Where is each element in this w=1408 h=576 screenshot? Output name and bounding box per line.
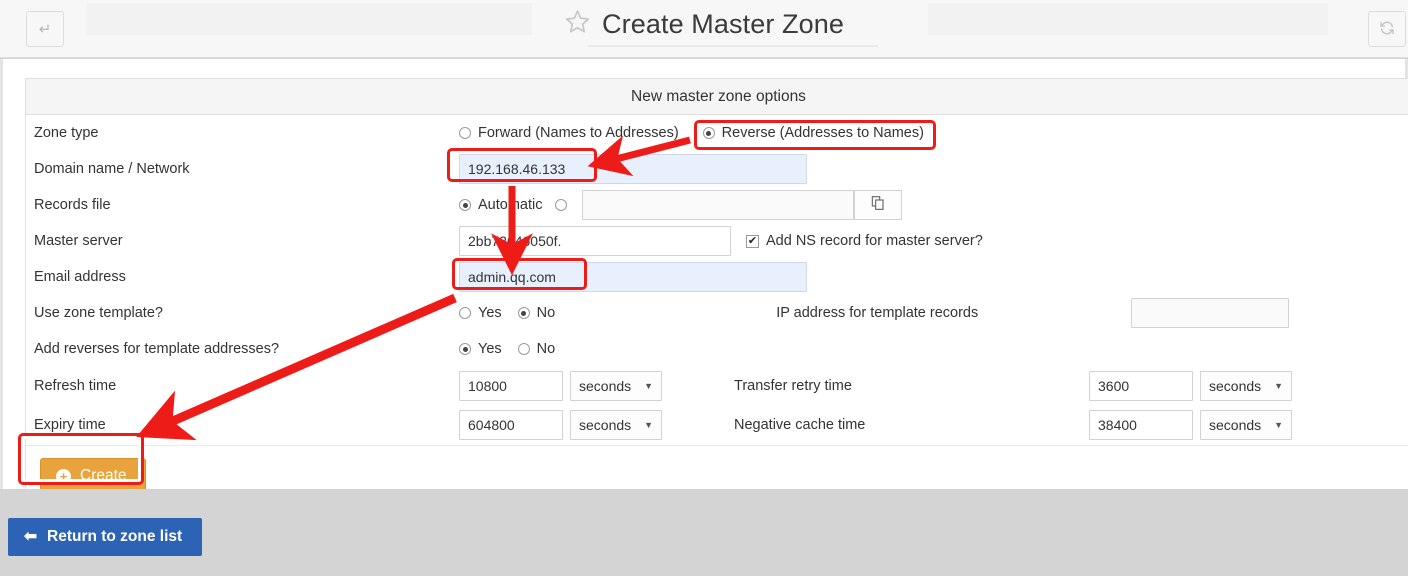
domain-name-label: Domain name / Network [34,161,190,177]
records-file-automatic-label: Automatic [478,197,543,213]
radio-dot-icon [702,127,715,139]
add-reverses-label: Add reverses for template addresses? [34,341,280,357]
radio-dot-icon [517,343,530,355]
file-chooser-icon [870,195,886,216]
zone-type-forward-label: Forward (Names to Addresses) [478,125,679,141]
row-domain-name: Domain name / Network 192.168.46.133 [26,151,1408,187]
add-reverses-yes-radio[interactable]: Yes [459,341,502,357]
refresh-button[interactable] [1368,11,1406,47]
expiry-time-input[interactable]: 604800 [459,410,563,440]
zone-type-reverse-radio[interactable]: Reverse (Addresses to Names) [702,125,924,141]
zone-type-label: Zone type [34,125,99,141]
negative-cache-time-unit-select[interactable]: seconds ▼ [1200,410,1292,440]
negative-cache-time-input[interactable]: 38400 [1089,410,1193,440]
title-underline [588,45,878,47]
use-zone-template-no-radio[interactable]: No [517,305,556,321]
row-zone-type: Zone type Forward (Names to Addresses) R… [26,115,1408,151]
row-refresh-time: Refresh time 10800 seconds ▼ Transfer re… [26,367,1408,405]
page-footer: ⬅ Return to zone list [0,489,1408,576]
refresh-time-unit-value: seconds [579,378,632,394]
records-file-automatic-radio[interactable]: Automatic [459,197,542,213]
use-zone-template-label: Use zone template? [34,305,163,321]
negative-cache-time-label: Negative cache time [734,417,866,433]
radio-dot-icon [555,199,568,211]
transfer-retry-time-label: Transfer retry time [734,378,852,394]
radio-dot-icon [459,343,471,355]
return-to-zone-list-button[interactable]: ⬅ Return to zone list [8,518,203,556]
refresh-time-unit-select[interactable]: seconds ▼ [570,371,662,401]
row-use-zone-template: Use zone template? Yes No IP address for… [26,295,1408,331]
add-ns-record-checkbox[interactable]: ✔ Add NS record for master server? [746,233,983,249]
panel-header: New master zone options [26,79,1408,115]
add-reverses-no-label: No [536,341,556,357]
star-favorite-icon[interactable] [564,8,591,40]
add-reverses-yes-label: Yes [478,341,502,357]
transfer-retry-time-unit-select[interactable]: seconds ▼ [1200,371,1292,401]
records-file-label: Records file [34,197,111,213]
row-master-server: Master server 2bb72646050f. ✔ Add NS rec… [26,223,1408,259]
page-title: Create Master Zone [602,8,844,39]
checkmark-icon: ✔ [746,234,759,248]
ip-for-template-label: IP address for template records [776,305,979,321]
radio-dot-icon [459,127,471,139]
use-zone-template-yes-label: Yes [478,305,502,321]
chevron-down-icon: ▼ [1274,420,1283,430]
main-content: New master zone options Zone type Forwar… [0,59,1408,508]
expiry-time-unit-select[interactable]: seconds ▼ [570,410,662,440]
refresh-icon [1379,20,1395,39]
row-expiry-time: Expiry time 604800 seconds ▼ Negative ca… [26,405,1408,445]
form-body: Zone type Forward (Names to Addresses) R… [26,115,1408,445]
chevron-down-icon: ▼ [644,420,653,430]
transfer-retry-time-unit-value: seconds [1209,378,1262,394]
add-reverses-no-radio[interactable]: No [517,341,556,357]
records-file-manual-radio[interactable] [555,199,568,211]
transfer-retry-time-input[interactable]: 3600 [1089,371,1193,401]
create-button-label: Create [80,467,127,484]
radio-dot-icon [517,307,530,319]
email-address-input[interactable]: admin.qq.com [459,262,807,292]
app-root: ↵ Create Master Zone New master zone opt… [0,0,1408,576]
return-to-zone-list-label: Return to zone list [47,527,183,545]
plus-circle-icon: + [56,468,71,484]
radio-dot-icon [459,307,471,319]
radio-dot-icon [459,199,471,211]
page-title-group: Create Master Zone [0,8,1408,40]
chevron-down-icon: ▼ [1274,381,1283,391]
expiry-time-label: Expiry time [34,417,106,433]
arrow-left-icon: ⬅ [24,528,37,545]
use-zone-template-yes-radio[interactable]: Yes [459,305,502,321]
records-file-path-input[interactable] [582,190,855,220]
zone-options-panel: New master zone options Zone type Forwar… [25,78,1408,508]
zone-type-reverse-label: Reverse (Addresses to Names) [721,125,924,141]
zone-type-forward-radio[interactable]: Forward (Names to Addresses) [459,125,679,141]
master-server-input[interactable]: 2bb72646050f. [459,226,731,256]
refresh-time-label: Refresh time [34,378,117,394]
window-header: ↵ Create Master Zone [0,0,1408,58]
domain-name-input[interactable]: 192.168.46.133 [459,154,807,184]
row-add-reverses: Add reverses for template addresses? Yes… [26,331,1408,367]
refresh-time-input[interactable]: 10800 [459,371,563,401]
expiry-time-unit-value: seconds [579,417,632,433]
row-email-address: Email address admin.qq.com [26,259,1408,295]
ip-for-template-input[interactable] [1131,298,1290,328]
chevron-down-icon: ▼ [644,381,653,391]
records-file-browse-button[interactable] [854,190,903,220]
master-server-label: Master server [34,233,123,249]
use-zone-template-no-label: No [536,305,556,321]
email-address-label: Email address [34,269,126,285]
negative-cache-time-unit-value: seconds [1209,417,1262,433]
row-records-file: Records file Automatic [26,187,1408,223]
add-ns-record-label: Add NS record for master server? [766,233,983,249]
